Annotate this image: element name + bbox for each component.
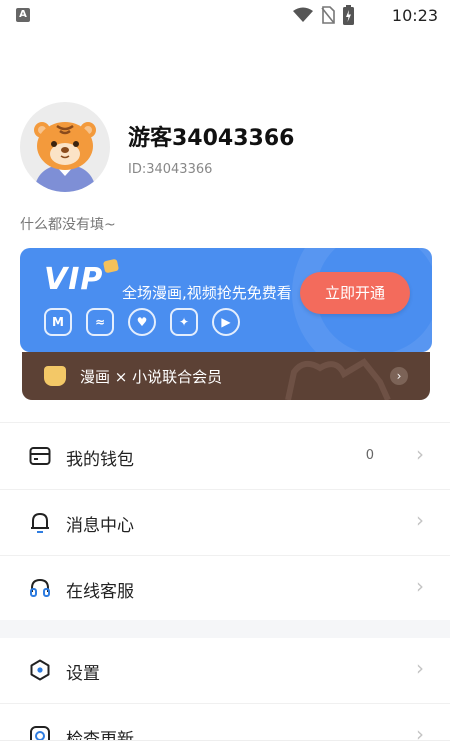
- headset-icon: [30, 578, 50, 597]
- chevron-right-icon: ›: [416, 442, 424, 466]
- gift-perk-icon: ✦: [170, 308, 198, 336]
- vip-logo: VIP: [44, 262, 104, 297]
- no-sim-icon: [321, 6, 335, 24]
- heart-perk-icon: ♥: [128, 308, 156, 336]
- section-gap: [0, 620, 450, 638]
- menu-item-settings[interactable]: 设置 ›: [0, 638, 450, 702]
- tiger-avatar-icon: [34, 122, 96, 192]
- play-perk-icon: ▶: [212, 308, 240, 336]
- clock: 10:23: [391, 6, 438, 25]
- wallet-icon: [29, 447, 51, 465]
- user-id: ID:34043366: [128, 162, 213, 177]
- crown-badge-icon: [44, 366, 66, 386]
- bell-icon: [31, 513, 49, 533]
- chevron-right-icon: ›: [416, 508, 424, 532]
- battery-charging-icon: [343, 5, 354, 25]
- chevron-right-icon: ›: [416, 656, 424, 680]
- settings-hexagon-icon: [30, 659, 50, 681]
- vip-description: 全场漫画,视频抢先免费看: [122, 284, 292, 302]
- menu-item-support[interactable]: 在线客服 ›: [0, 556, 450, 620]
- menu-item-wallet[interactable]: 我的钱包 0 ›: [0, 424, 450, 488]
- status-bar: A 10:23: [0, 0, 450, 32]
- status-icons: [293, 5, 354, 25]
- union-membership-label: 漫画 × 小说联合会员: [80, 368, 223, 386]
- manga-perk-icon: M: [44, 308, 72, 336]
- divider: [0, 422, 450, 423]
- menu-item-label: 消息中心: [66, 516, 134, 536]
- union-membership-bar[interactable]: 漫画 × 小说联合会员 ›: [22, 352, 430, 400]
- menu-item-messages[interactable]: 消息中心 ›: [0, 490, 450, 554]
- chevron-right-icon: ›: [390, 367, 408, 385]
- chat-perk-icon: ≈: [86, 308, 114, 336]
- app-notification-icon: A: [16, 8, 30, 22]
- menu-item-label: 设置: [66, 664, 100, 684]
- crown-icon: [102, 258, 120, 274]
- menu-item-label: 在线客服: [66, 582, 134, 602]
- bottom-tab-bar[interactable]: [0, 740, 450, 750]
- open-vip-button[interactable]: 立即开通: [300, 272, 410, 314]
- vip-perks: M ≈ ♥ ✦ ▶: [44, 308, 240, 336]
- chevron-right-icon: ›: [416, 574, 424, 598]
- wallet-balance: 0: [365, 448, 374, 463]
- user-bio[interactable]: 什么都没有填~: [20, 214, 116, 234]
- wifi-icon: [293, 7, 313, 22]
- union-bar-decoration: [285, 358, 391, 400]
- avatar[interactable]: [20, 102, 110, 192]
- menu-item-label: 我的钱包: [66, 450, 134, 470]
- vip-card[interactable]: VIP 全场漫画,视频抢先免费看 M ≈ ♥ ✦ ▶ 立即开通: [20, 248, 432, 352]
- username: 游客34043366: [128, 126, 295, 151]
